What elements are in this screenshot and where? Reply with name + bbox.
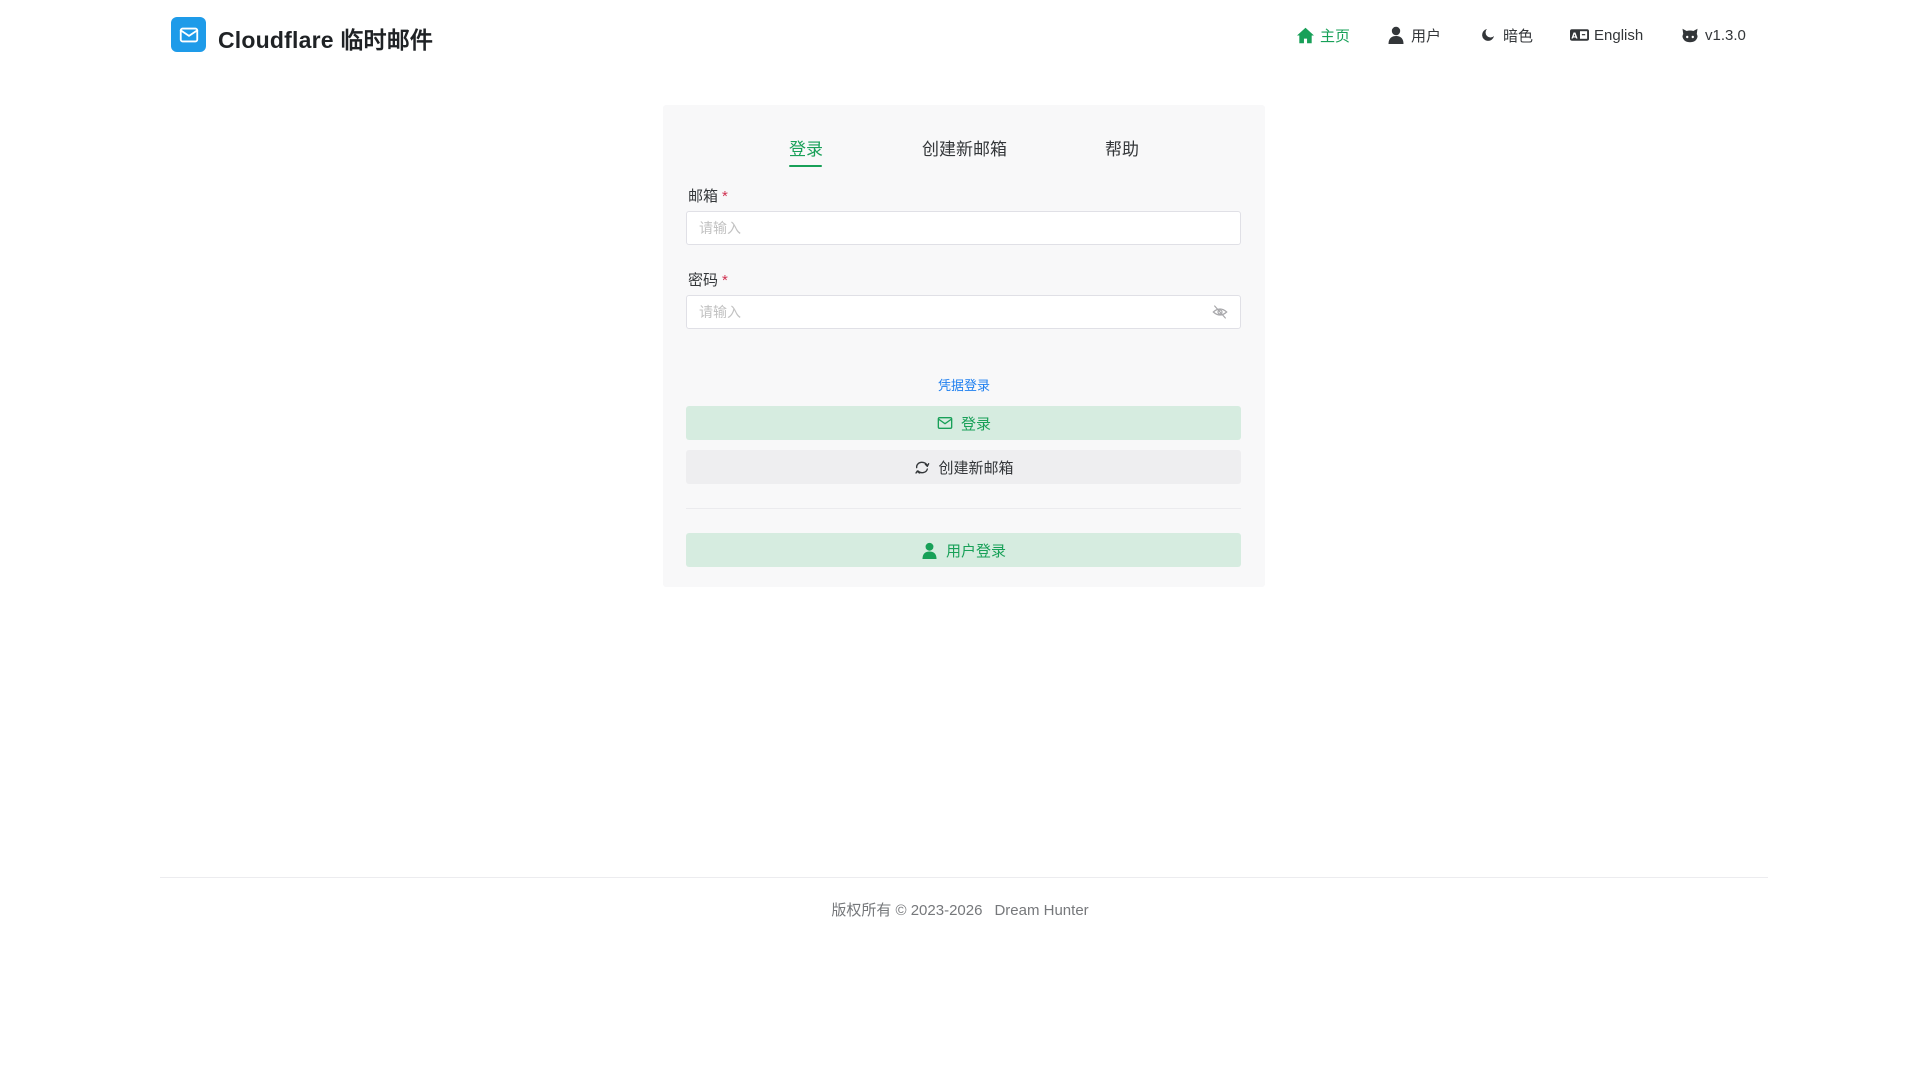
nav-github-version[interactable]: v1.3.0 xyxy=(1680,22,1746,48)
nav-lang-label: English xyxy=(1594,26,1644,44)
tab-create-mailbox[interactable]: 创建新邮箱 xyxy=(922,135,1007,160)
translate-icon: A xyxy=(1569,25,1589,45)
nav-user[interactable]: 用户 xyxy=(1386,22,1441,48)
required-mark: * xyxy=(722,272,728,289)
password-label-text: 密码 xyxy=(688,272,719,289)
tab-help[interactable]: 帮助 xyxy=(1105,135,1139,160)
footer-divider xyxy=(160,877,1768,878)
copyright-text: 版权所有 © 2023-2026 xyxy=(831,902,983,919)
login-card: 登录 创建新邮箱 帮助 邮箱* 密码* 凭据登录 登录 xyxy=(663,105,1265,587)
divider xyxy=(686,508,1241,509)
home-icon xyxy=(1295,25,1315,45)
nav-language[interactable]: A English xyxy=(1569,22,1643,48)
login-button[interactable]: 登录 xyxy=(686,406,1241,440)
nav-dark-label: 暗色 xyxy=(1503,27,1534,45)
password-label: 密码 * xyxy=(688,269,728,290)
tab-login[interactable]: 登录 xyxy=(789,135,823,160)
email-label: 邮箱 * xyxy=(688,185,728,206)
login-button-label: 登录 xyxy=(960,415,991,433)
required-mark: * xyxy=(722,188,728,205)
user-icon xyxy=(1386,25,1406,45)
mail-icon xyxy=(936,414,954,432)
user-login-button[interactable]: 用户登录 xyxy=(686,533,1241,567)
password-input[interactable] xyxy=(686,295,1241,329)
eye-off-icon[interactable] xyxy=(1211,305,1229,319)
nav-home-label: 主页 xyxy=(1320,27,1351,45)
email-label-text: 邮箱 xyxy=(688,188,719,205)
create-mailbox-button[interactable]: 创建新邮箱 xyxy=(686,450,1241,484)
nav-dark-mode[interactable]: 暗色 xyxy=(1478,22,1533,48)
create-mailbox-button-label: 创建新邮箱 xyxy=(938,459,1014,477)
github-icon xyxy=(1680,25,1700,45)
credential-login-link[interactable]: 凭据登录 xyxy=(663,375,1265,394)
author-name: Dream Hunter xyxy=(994,902,1089,919)
email-input[interactable] xyxy=(686,211,1241,245)
footer: 版权所有 © 2023-2026 Dream Hunter xyxy=(0,899,1920,920)
app-title[interactable]: Cloudflare 临时邮件 xyxy=(218,21,433,55)
app-logo[interactable] xyxy=(171,17,206,52)
top-header: Cloudflare 临时邮件 主页 用户 暗色 A English v1.3.… xyxy=(0,0,1920,70)
nav-user-label: 用户 xyxy=(1411,27,1442,45)
moon-icon xyxy=(1478,25,1498,45)
nav-home[interactable]: 主页 xyxy=(1295,22,1350,48)
user-login-button-label: 用户登录 xyxy=(945,542,1006,560)
user-icon xyxy=(921,541,939,559)
nav-version-label: v1.3.0 xyxy=(1705,26,1746,44)
mail-icon xyxy=(179,27,198,42)
refresh-icon xyxy=(913,458,931,476)
svg-text:A: A xyxy=(1571,31,1578,40)
active-tab-indicator xyxy=(789,165,822,167)
